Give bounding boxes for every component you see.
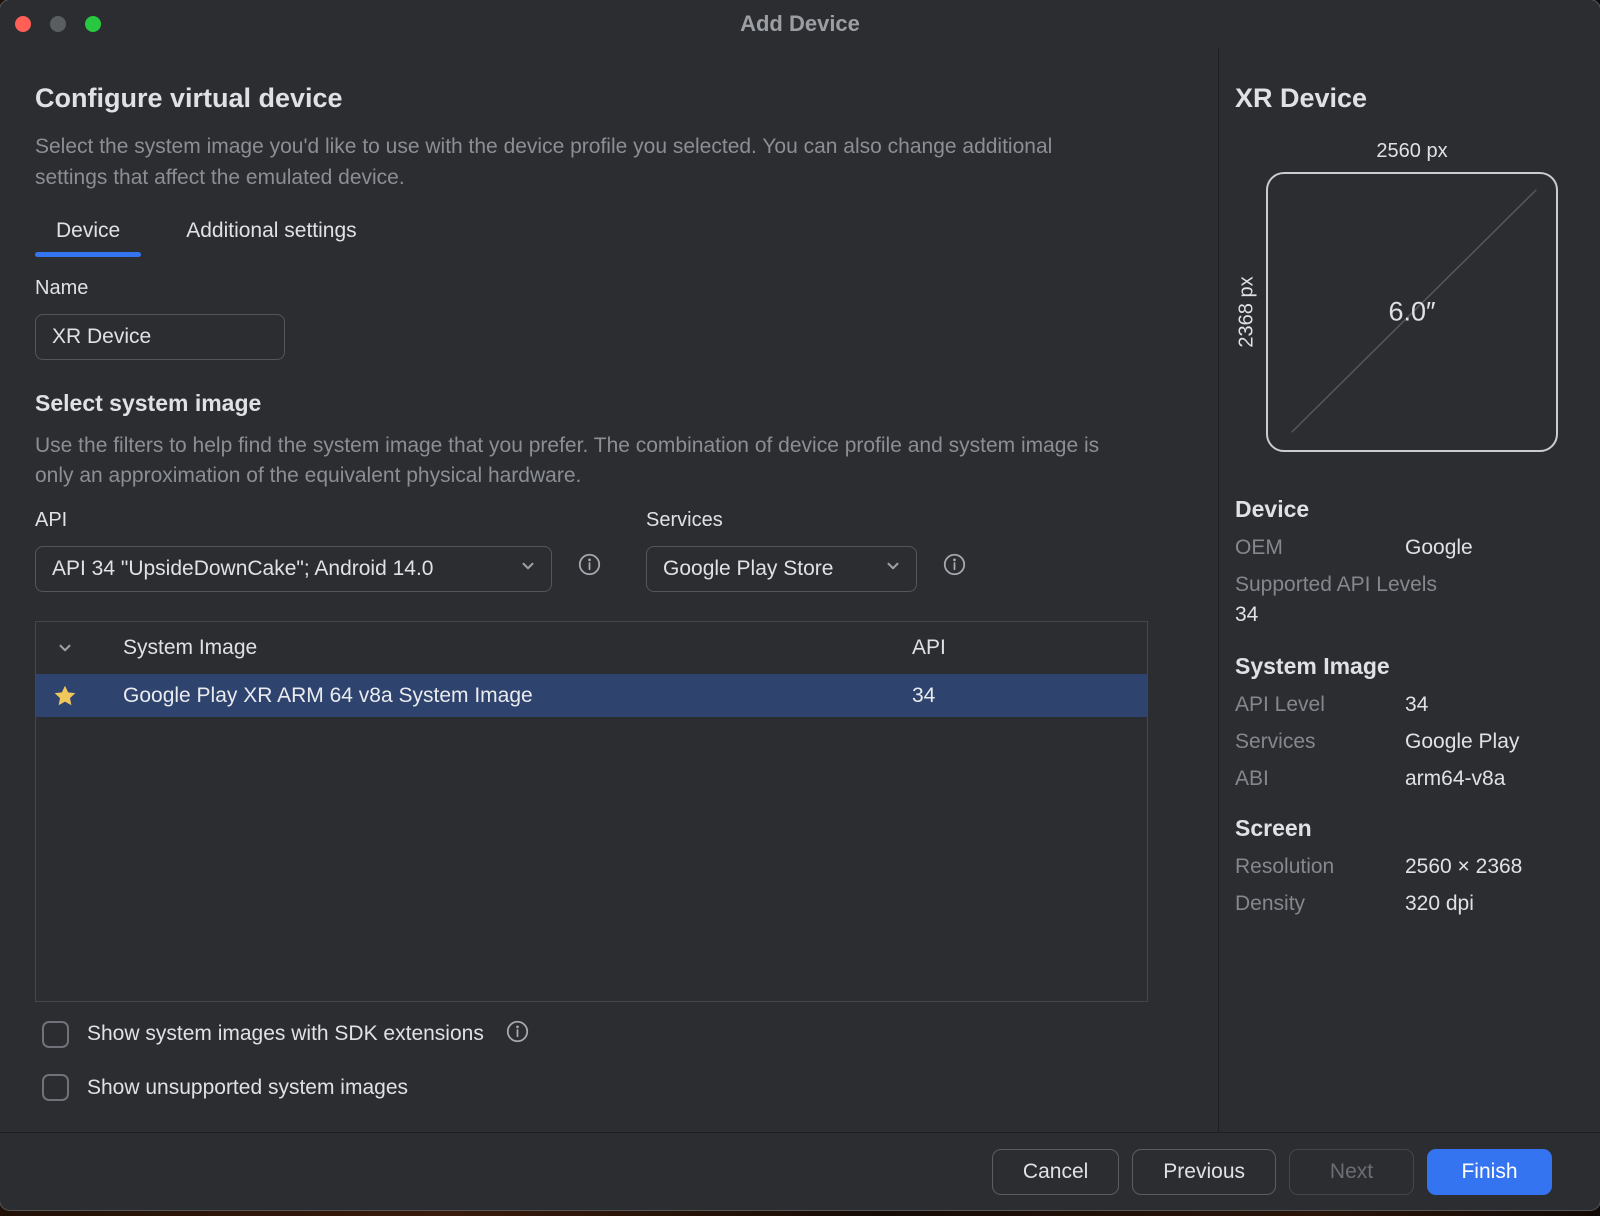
tab-device[interactable]: Device [35, 219, 141, 256]
api-level-row: API Level 34 [1235, 693, 1600, 717]
finish-button[interactable]: Finish [1427, 1149, 1552, 1195]
services-value: Google Play [1405, 730, 1519, 754]
system-image-api: 34 [912, 684, 1147, 708]
add-device-dialog: Add Device Configure virtual device Sele… [0, 0, 1600, 1210]
column-header-system-image[interactable]: System Image [94, 636, 912, 660]
screen-diagonal-size: 6.0″ [1388, 297, 1435, 328]
column-header-api[interactable]: API [912, 636, 1147, 660]
density-row: Density 320 dpi [1235, 892, 1600, 916]
api-info-icon[interactable] [578, 553, 601, 581]
select-system-image-description: Use the filters to help find the system … [35, 431, 1120, 491]
close-button[interactable] [15, 16, 31, 32]
chevron-down-icon [884, 557, 902, 581]
system-image-section: System Image API Level 34 Services Googl… [1235, 653, 1600, 791]
unsupported-images-checkbox[interactable] [42, 1074, 69, 1101]
minimize-button[interactable] [50, 16, 66, 32]
resolution-value: 2560 × 2368 [1405, 855, 1522, 879]
abi-label: ABI [1235, 767, 1405, 791]
unsupported-images-option: Show unsupported system images [42, 1074, 1218, 1101]
services-dropdown-value: Google Play Store [663, 557, 833, 581]
api-level-value: 34 [1405, 693, 1428, 717]
configure-pane: Configure virtual device Select the syst… [0, 48, 1219, 1132]
sdk-extensions-checkbox[interactable] [42, 1021, 69, 1048]
next-button[interactable]: Next [1289, 1149, 1414, 1195]
sdk-extensions-info-icon[interactable] [506, 1020, 529, 1048]
screen-width-label: 2560 px [1266, 140, 1558, 163]
supported-api-label: Supported API Levels [1235, 573, 1600, 597]
screen-height-label: 2368 px [1236, 276, 1259, 347]
tab-additional-settings[interactable]: Additional settings [165, 219, 377, 256]
api-filter: API API 34 "UpsideDownCake"; Android 14.… [35, 509, 552, 592]
screen-section: Screen Resolution 2560 × 2368 Density 32… [1235, 815, 1600, 916]
api-level-label: API Level [1235, 693, 1405, 717]
dialog-footer: Cancel Previous Next Finish [0, 1132, 1600, 1210]
services-row: Services Google Play [1235, 730, 1600, 754]
system-image-name: Google Play XR ARM 64 v8a System Image [94, 684, 912, 708]
device-section-heading: Device [1235, 496, 1600, 523]
name-label: Name [35, 277, 1218, 300]
density-value: 320 dpi [1405, 892, 1474, 916]
sdk-extensions-option: Show system images with SDK extensions [42, 1020, 1218, 1048]
device-section: Device OEM Google Supported API Levels 3… [1235, 496, 1600, 627]
device-name-input[interactable] [35, 314, 285, 360]
tab-bar: Device Additional settings [35, 219, 1218, 256]
previous-button[interactable]: Previous [1132, 1149, 1276, 1195]
resolution-label: Resolution [1235, 855, 1405, 879]
chevron-down-icon [519, 557, 537, 581]
cancel-button[interactable]: Cancel [992, 1149, 1119, 1195]
unsupported-images-label: Show unsupported system images [87, 1076, 408, 1100]
page-description: Select the system image you'd like to us… [35, 131, 1120, 193]
system-image-section-heading: System Image [1235, 653, 1600, 680]
services-info-icon[interactable] [943, 553, 966, 581]
oem-value: Google [1405, 536, 1473, 560]
details-panel-title: XR Device [1235, 83, 1600, 114]
screen-outline: 6.0″ 2368 px [1266, 172, 1558, 452]
services-dropdown[interactable]: Google Play Store [646, 546, 917, 592]
abi-value: arm64-v8a [1405, 767, 1505, 791]
fullscreen-button[interactable] [85, 16, 101, 32]
select-system-image-title: Select system image [35, 390, 1218, 417]
table-row[interactable]: Google Play XR ARM 64 v8a System Image 3… [36, 674, 1147, 717]
api-filter-label: API [35, 509, 552, 532]
abi-row: ABI arm64-v8a [1235, 767, 1600, 791]
system-image-table: System Image API Google Play XR ARM 64 v… [35, 621, 1148, 1002]
api-dropdown[interactable]: API 34 "UpsideDownCake"; Android 14.0 [35, 546, 552, 592]
services-filter-label: Services [646, 509, 917, 532]
services-label: Services [1235, 730, 1405, 754]
device-details-panel: XR Device 2560 px 6.0″ 2368 px Device OE… [1219, 48, 1600, 1132]
supported-api-value: 34 [1235, 603, 1600, 627]
traffic-lights [15, 16, 101, 32]
sdk-extensions-label: Show system images with SDK extensions [87, 1022, 484, 1046]
collapse-chevron-icon[interactable] [36, 639, 94, 657]
screen-diagram: 2560 px 6.0″ 2368 px [1266, 140, 1558, 452]
filter-row: API API 34 "UpsideDownCake"; Android 14.… [35, 509, 1218, 592]
screen-section-heading: Screen [1235, 815, 1600, 842]
resolution-row: Resolution 2560 × 2368 [1235, 855, 1600, 879]
density-label: Density [1235, 892, 1405, 916]
page-title: Configure virtual device [35, 83, 1218, 114]
oem-row: OEM Google [1235, 536, 1600, 560]
services-filter: Services Google Play Store [646, 509, 917, 592]
api-dropdown-value: API 34 "UpsideDownCake"; Android 14.0 [52, 557, 433, 581]
oem-label: OEM [1235, 536, 1405, 560]
window-title: Add Device [740, 11, 860, 37]
favorite-star-icon[interactable] [36, 683, 94, 709]
table-header: System Image API [36, 622, 1147, 674]
titlebar: Add Device [0, 0, 1600, 48]
